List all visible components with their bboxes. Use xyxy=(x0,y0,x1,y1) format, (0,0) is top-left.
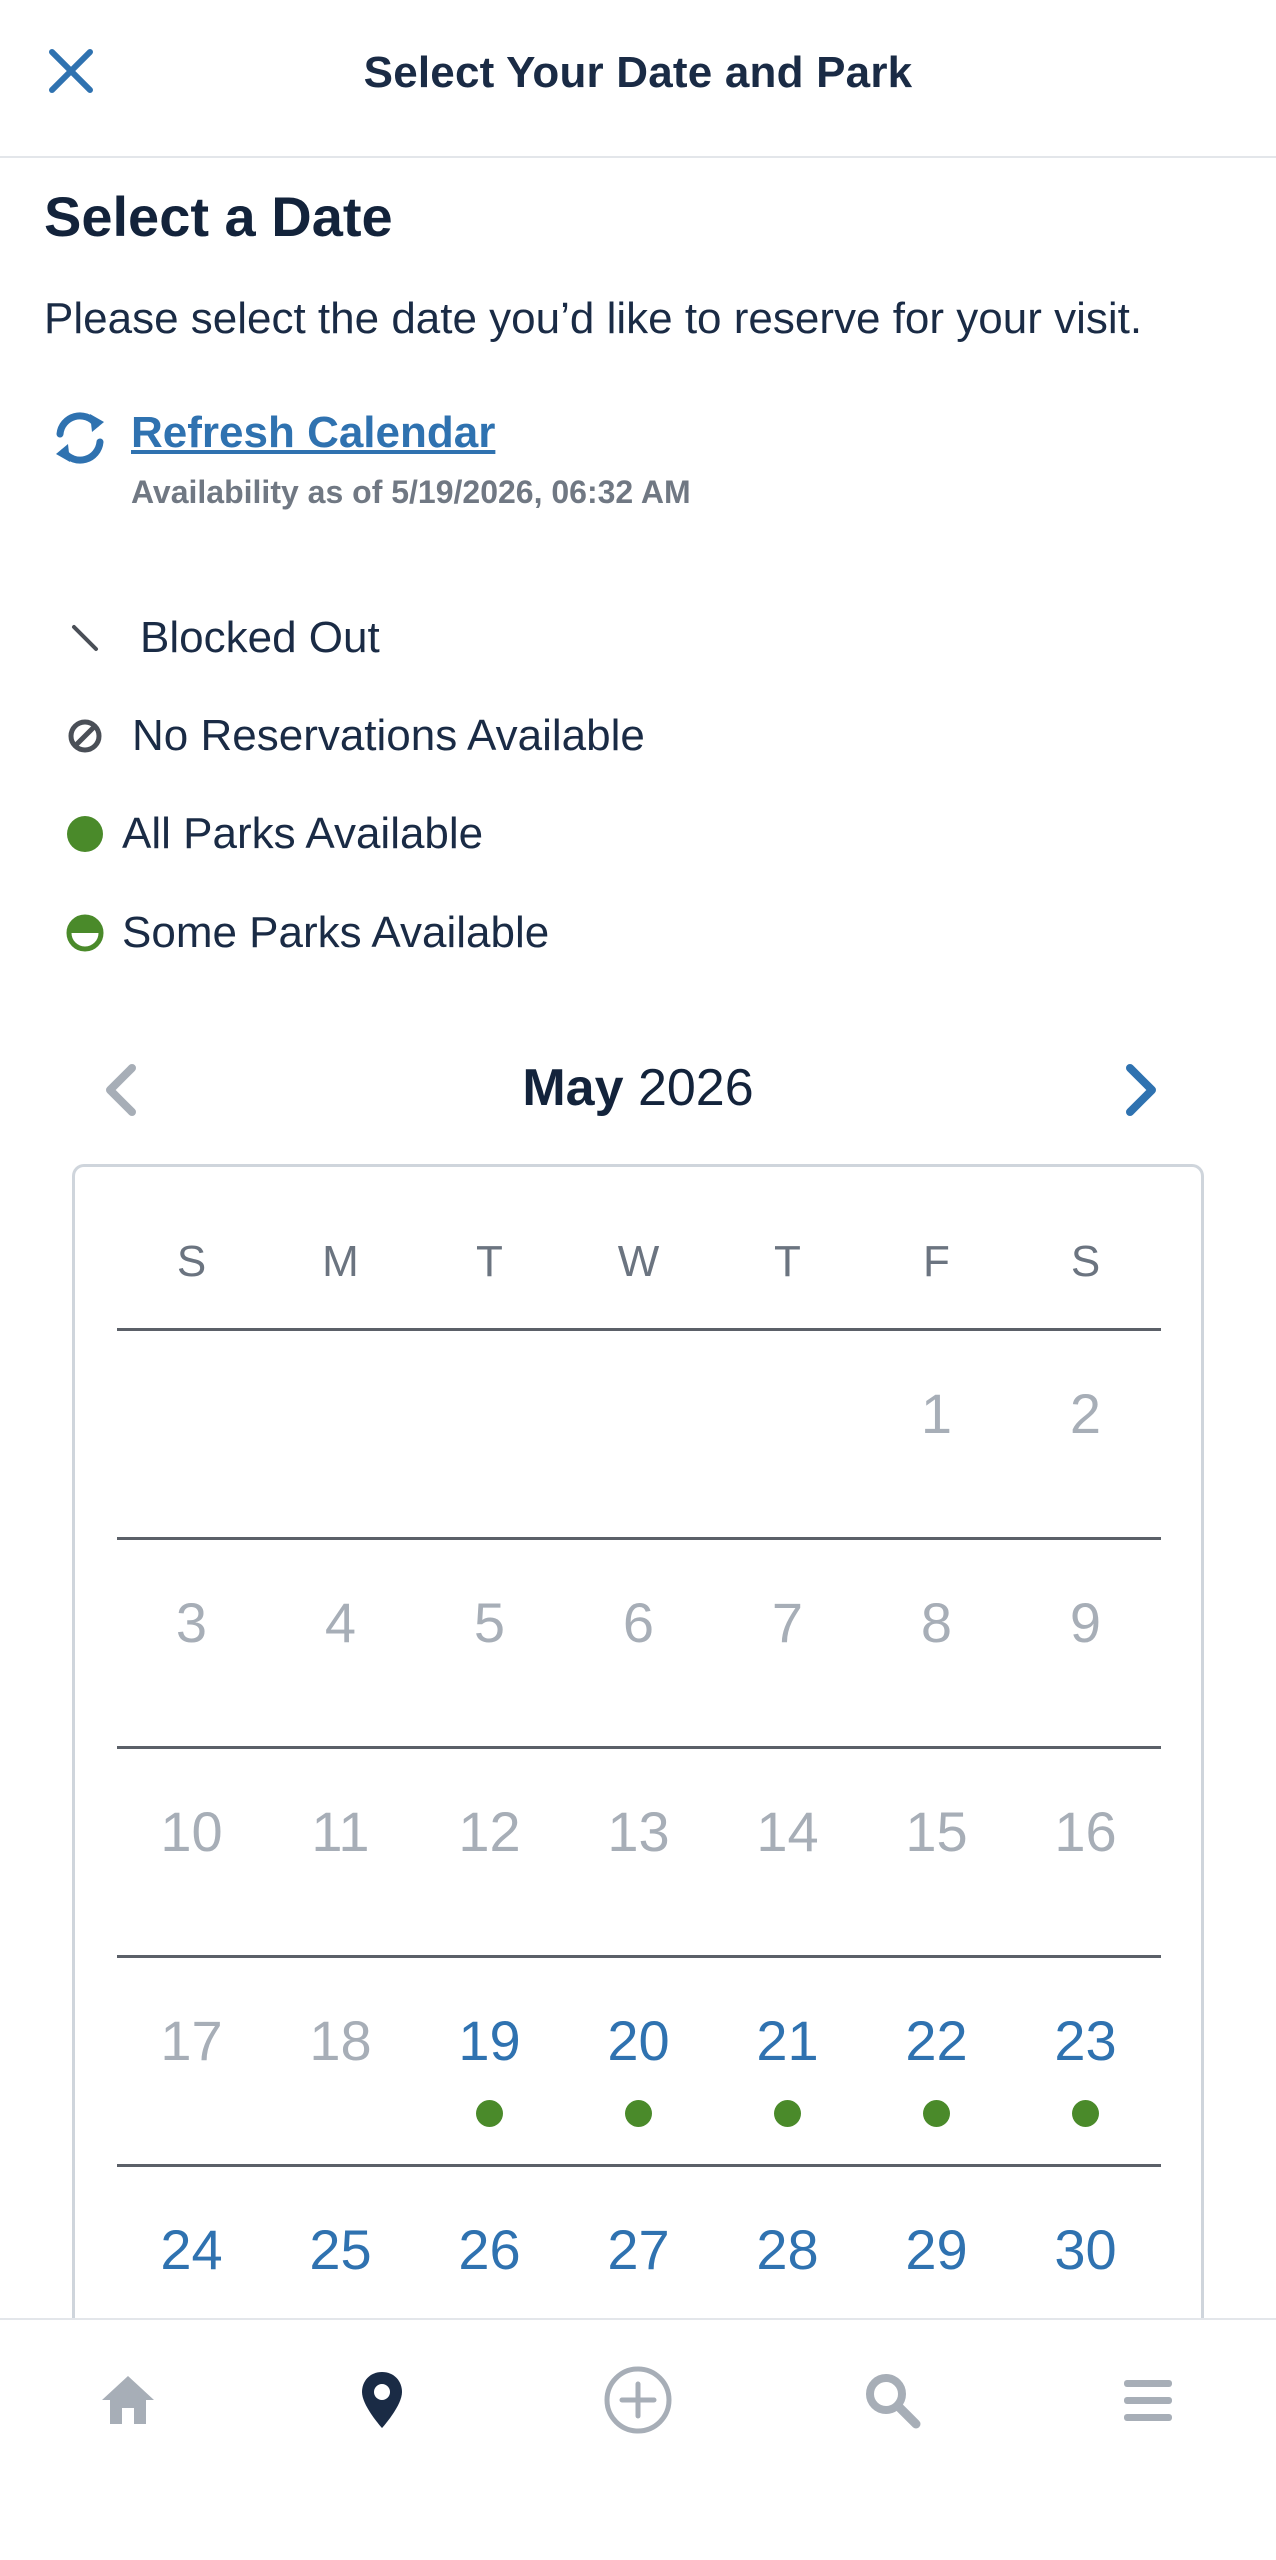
calendar-day-13: 13 xyxy=(607,1800,670,1863)
search-icon[interactable] xyxy=(852,2360,932,2440)
calendar-day-24[interactable]: 24 xyxy=(117,2217,266,2282)
blocked-out-icon xyxy=(60,613,110,663)
calendar-day-11: 11 xyxy=(311,1800,370,1863)
month-title: May 2026 xyxy=(0,1058,1276,1118)
all-parks-available-dot xyxy=(476,2100,503,2127)
calendar-week-row: 17 18 19 20 21 22 23 xyxy=(117,1958,1161,2167)
calendar-day-7: 7 xyxy=(771,1591,804,1654)
calendar-day-30[interactable]: 30 xyxy=(1011,2217,1160,2282)
home-icon[interactable] xyxy=(88,2360,168,2440)
calendar-day-6: 6 xyxy=(622,1591,655,1654)
calendar-day-16: 16 xyxy=(1054,1800,1117,1863)
legend-label: All Parks Available xyxy=(122,809,484,858)
section-title: Select a Date xyxy=(44,185,393,248)
month-name: May xyxy=(522,1059,624,1117)
weekday-label: T xyxy=(476,1237,503,1286)
availability-timestamp: Availability as of 5/19/2026, 06:32 AM xyxy=(131,474,691,510)
calendar-day-18: 18 xyxy=(309,2009,372,2072)
calendar-day-3: 3 xyxy=(175,1591,208,1654)
weekday-label: W xyxy=(617,1237,660,1286)
legend-item-all-parks: All Parks Available xyxy=(60,804,483,864)
calendar-day-5: 5 xyxy=(473,1591,506,1654)
calendar-day-17: 17 xyxy=(160,2009,223,2072)
calendar-day-2: 2 xyxy=(1069,1382,1102,1445)
calendar-week-row: 12 xyxy=(117,1331,1161,1540)
legend-item-some-parks: Some Parks Available xyxy=(60,903,549,963)
calendar-day-8: 8 xyxy=(920,1591,953,1654)
refresh-calendar-link[interactable]: Refresh Calendar xyxy=(131,408,495,458)
next-month-chevron-icon[interactable] xyxy=(1116,1060,1166,1120)
calendar-day-25[interactable]: 25 xyxy=(266,2217,415,2282)
weekday-label: T xyxy=(774,1237,801,1286)
calendar-day-12: 12 xyxy=(458,1800,521,1863)
all-parks-available-dot xyxy=(1072,2100,1099,2127)
calendar-grid: S M T W T F S 1 2 3 4 5 6 7 8 9 10 11 12 13 14 15 16 17 1… xyxy=(72,1164,1204,2404)
calendar-day-22[interactable]: 22 xyxy=(862,2008,1011,2073)
page-title: Select Your Date and Park xyxy=(363,48,913,97)
refresh-icon[interactable] xyxy=(50,408,110,468)
calendar-day-21[interactable]: 21 xyxy=(713,2008,862,2073)
all-parks-icon xyxy=(60,809,110,859)
weekday-label: S xyxy=(1070,1237,1101,1286)
legend-label: Some Parks Available xyxy=(122,908,550,957)
all-parks-available-dot xyxy=(774,2100,801,2127)
calendar-day-15: 15 xyxy=(905,1800,968,1863)
calendar-day-19[interactable]: 19 xyxy=(415,2008,564,2073)
legend-item-blocked-out: Blocked Out xyxy=(60,608,380,668)
all-parks-available-dot xyxy=(625,2100,652,2127)
calendar-day-28[interactable]: 28 xyxy=(713,2217,862,2282)
some-parks-icon xyxy=(60,908,110,958)
calendar-day-20[interactable]: 20 xyxy=(564,2008,713,2073)
calendar-day-29[interactable]: 29 xyxy=(862,2217,1011,2282)
location-pin-icon[interactable] xyxy=(342,2360,422,2440)
bottom-navigation xyxy=(0,2318,1276,2560)
all-parks-available-dot xyxy=(923,2100,950,2127)
header-bar: Select Your Date and Park xyxy=(0,0,1276,158)
add-circle-icon[interactable] xyxy=(598,2360,678,2440)
menu-icon[interactable] xyxy=(1108,2360,1188,2440)
legend-item-no-reservations: No Reservations Available xyxy=(60,706,645,766)
legend-label: Blocked Out xyxy=(140,613,380,662)
calendar-day-14: 14 xyxy=(756,1800,819,1863)
weekday-label: M xyxy=(322,1237,359,1286)
calendar-day-4: 4 xyxy=(324,1591,357,1654)
calendar-week-row: 3 4 5 6 7 8 9 xyxy=(117,1540,1161,1749)
calendar-day-26[interactable]: 26 xyxy=(415,2217,564,2282)
weekday-header: S M T W T F S xyxy=(117,1167,1161,1331)
calendar-week-row: 10 11 12 13 14 15 16 xyxy=(117,1749,1161,1958)
calendar-day-9: 9 xyxy=(1069,1591,1102,1654)
month-year: 2026 xyxy=(637,1059,754,1117)
calendar-day-23[interactable]: 23 xyxy=(1011,2008,1160,2073)
instructions-text: Please select the date you’d like to res… xyxy=(44,294,1143,343)
calendar-day-10: 10 xyxy=(160,1800,223,1863)
legend-label: No Reservations Available xyxy=(132,711,645,760)
calendar-day-1: 1 xyxy=(920,1382,953,1445)
weekday-label: S xyxy=(176,1237,207,1286)
no-reservations-icon xyxy=(60,711,110,761)
calendar-day-27[interactable]: 27 xyxy=(564,2217,713,2282)
weekday-label: F xyxy=(923,1237,950,1286)
